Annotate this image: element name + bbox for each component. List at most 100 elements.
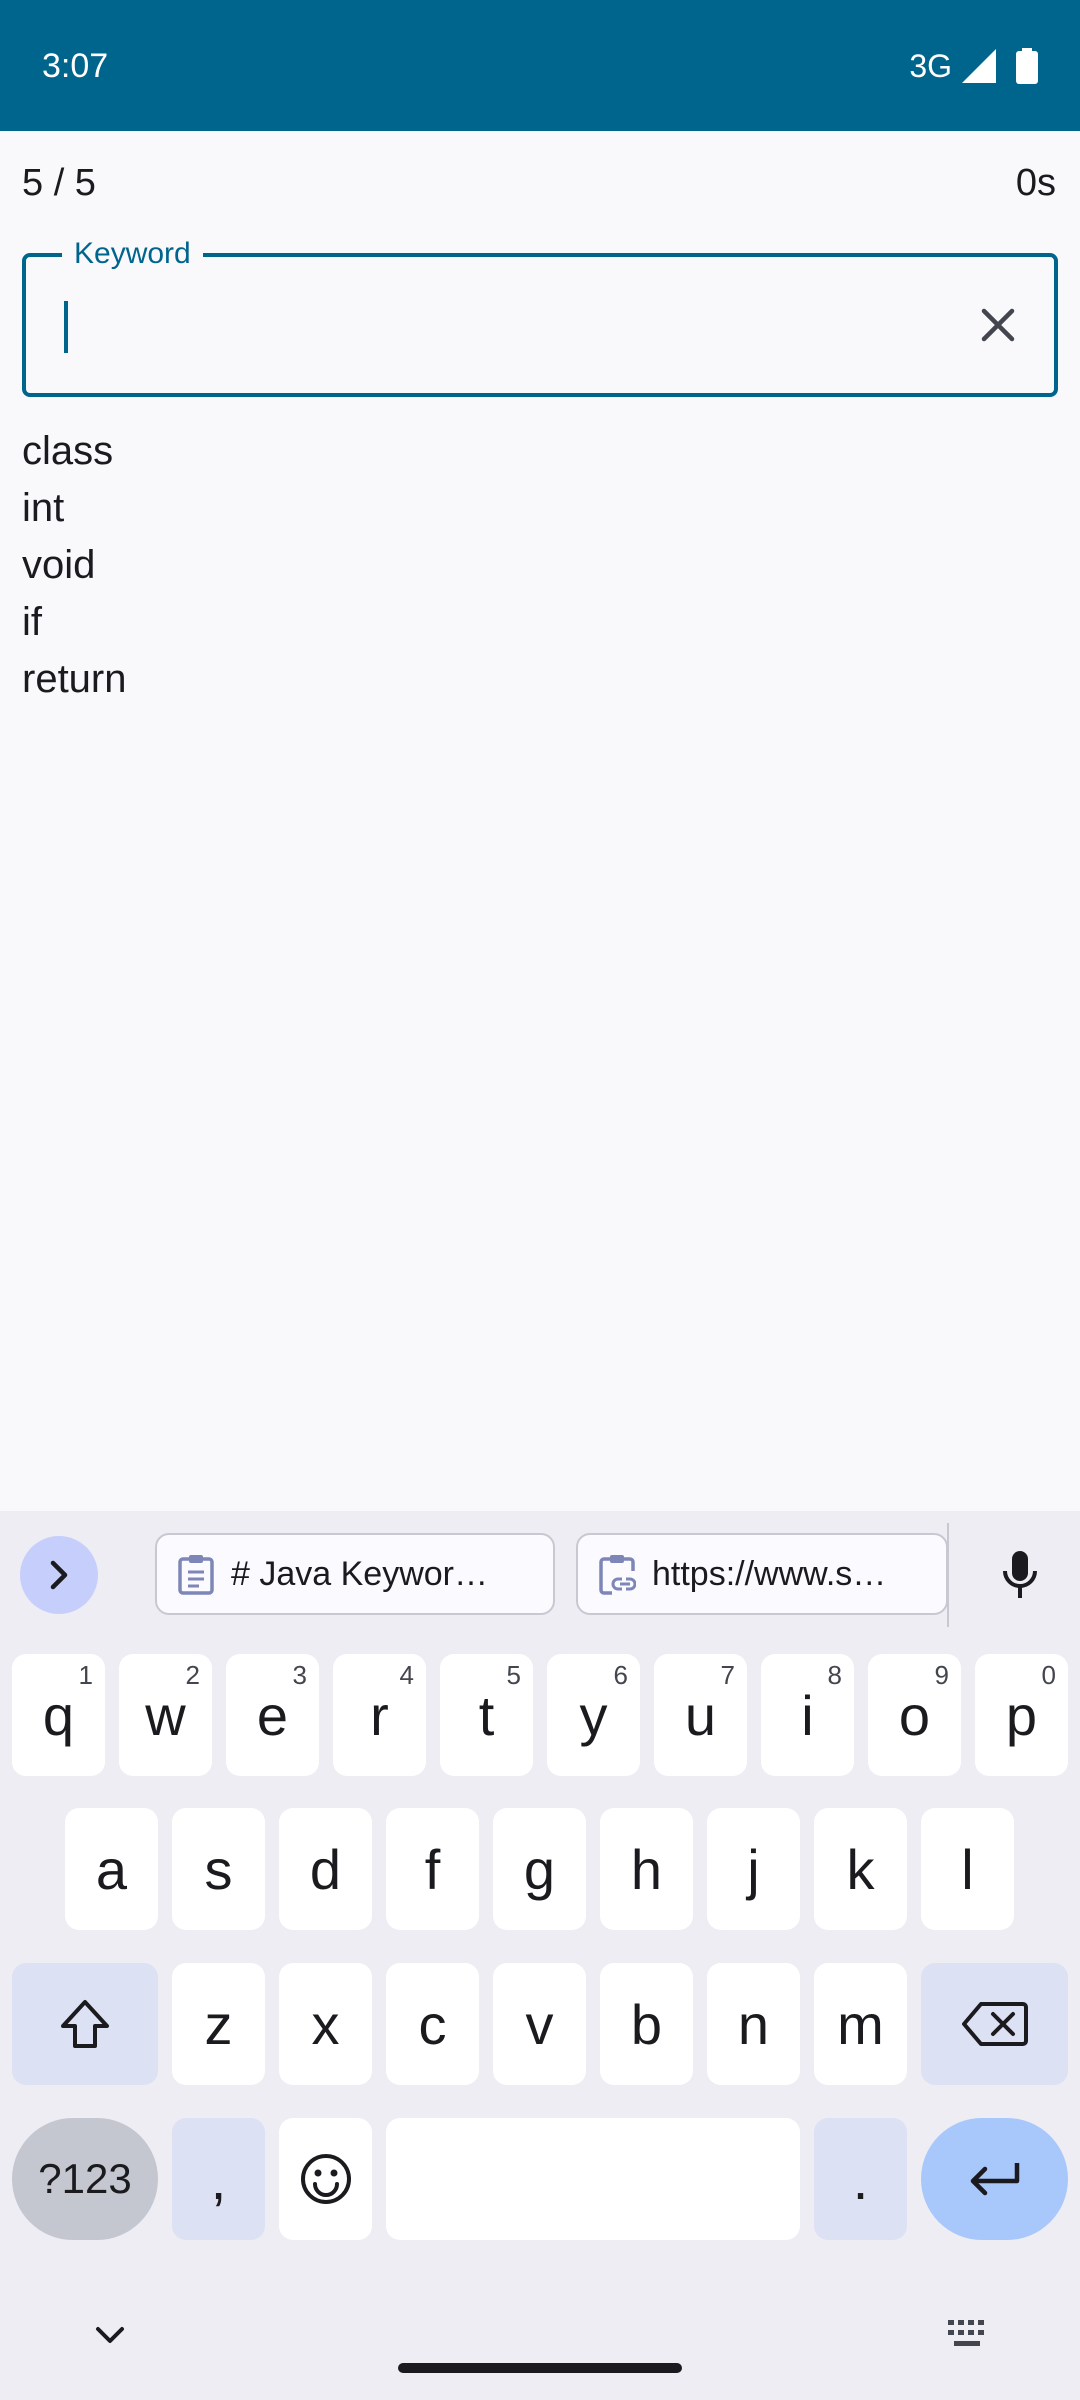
close-icon bbox=[981, 308, 1015, 342]
emoji-icon bbox=[300, 2154, 351, 2204]
keyword-list: class int void if return bbox=[22, 423, 127, 708]
key-label: f bbox=[424, 1837, 441, 1901]
key-w[interactable]: w2 bbox=[119, 1654, 212, 1776]
clipboard-chip-text: # Java Keywor… bbox=[231, 1554, 488, 1593]
key-b[interactable]: b bbox=[600, 1963, 693, 2085]
chevron-right-icon bbox=[50, 1560, 68, 1590]
home-indicator[interactable] bbox=[398, 2363, 682, 2373]
key-label: ?123 bbox=[38, 2155, 132, 2202]
key-a[interactable]: a bbox=[65, 1808, 158, 1930]
key-label: m bbox=[837, 1992, 884, 2056]
key-r[interactable]: r4 bbox=[333, 1654, 426, 1776]
key-x[interactable]: x bbox=[279, 1963, 372, 2085]
key-label: e bbox=[256, 1683, 289, 1747]
key-p[interactable]: p0 bbox=[975, 1654, 1068, 1776]
keyword-item: void bbox=[22, 543, 96, 587]
keyboard-suggestion-strip: # Java Keywor… https://www.s… bbox=[0, 1511, 1080, 1638]
clipboard-chip[interactable]: # Java Keywor… bbox=[155, 1533, 555, 1615]
key-m[interactable]: m bbox=[814, 1963, 907, 2085]
symbols-key[interactable]: ?123 bbox=[12, 2118, 158, 2240]
keyword-input[interactable] bbox=[64, 293, 964, 357]
key-hint: 2 bbox=[185, 1660, 200, 1690]
key-label: v bbox=[525, 1992, 554, 2056]
backspace-icon bbox=[961, 2002, 1028, 2046]
status-bar: 3:07 3G bbox=[0, 0, 1080, 131]
space-key[interactable] bbox=[386, 2118, 800, 2240]
key-h[interactable]: h bbox=[600, 1808, 693, 1930]
text-cursor bbox=[64, 301, 68, 353]
key-d[interactable]: d bbox=[279, 1808, 372, 1930]
key-q[interactable]: q1 bbox=[12, 1654, 105, 1776]
clipboard-link-icon bbox=[599, 1555, 636, 1595]
key-j[interactable]: j bbox=[707, 1808, 800, 1930]
key-label: o bbox=[898, 1683, 931, 1747]
suggestion-divider bbox=[947, 1523, 949, 1627]
keyboard-switch-icon[interactable] bbox=[946, 2316, 990, 2352]
hide-keyboard-icon[interactable] bbox=[90, 2316, 130, 2356]
key-label: b bbox=[630, 1992, 663, 2056]
key-label: i bbox=[801, 1683, 814, 1747]
key-n[interactable]: n bbox=[707, 1963, 800, 2085]
keyword-label: Keyword bbox=[62, 235, 203, 273]
key-label: q bbox=[42, 1683, 75, 1747]
key-hint: 6 bbox=[613, 1660, 628, 1690]
key-s[interactable]: s bbox=[172, 1808, 265, 1930]
key-label: u bbox=[684, 1683, 717, 1747]
enter-key[interactable] bbox=[921, 2118, 1068, 2240]
key-hint: 0 bbox=[1041, 1660, 1056, 1690]
period-key[interactable]: . bbox=[814, 2118, 907, 2240]
toolbar-expand-button[interactable] bbox=[20, 1536, 98, 1614]
key-i[interactable]: i8 bbox=[761, 1654, 854, 1776]
signal-icon bbox=[962, 49, 996, 83]
key-o[interactable]: o9 bbox=[868, 1654, 961, 1776]
comma-key[interactable]: , bbox=[172, 2118, 265, 2240]
battery-icon bbox=[1016, 48, 1038, 84]
key-label: y bbox=[579, 1683, 608, 1747]
voice-input-button[interactable] bbox=[980, 1535, 1060, 1615]
clear-button[interactable] bbox=[962, 289, 1034, 361]
navigation-bar bbox=[0, 2241, 1080, 2400]
key-e[interactable]: e3 bbox=[226, 1654, 319, 1776]
key-label: d bbox=[309, 1837, 342, 1901]
key-hint: 8 bbox=[827, 1660, 842, 1690]
key-hint: 5 bbox=[506, 1660, 521, 1690]
key-label: . bbox=[852, 2147, 869, 2211]
key-label: c bbox=[418, 1992, 447, 2056]
keyword-field[interactable]: Keyword bbox=[22, 235, 1058, 397]
clipboard-chip[interactable]: https://www.s… bbox=[576, 1533, 948, 1615]
key-l[interactable]: l bbox=[921, 1808, 1014, 1930]
key-y[interactable]: y6 bbox=[547, 1654, 640, 1776]
key-label: s bbox=[204, 1837, 233, 1901]
key-label: n bbox=[737, 1992, 770, 2056]
key-g[interactable]: g bbox=[493, 1808, 586, 1930]
key-t[interactable]: t5 bbox=[440, 1654, 533, 1776]
shift-key[interactable] bbox=[12, 1963, 158, 2085]
key-v[interactable]: v bbox=[493, 1963, 586, 2085]
enter-icon bbox=[970, 2163, 1019, 2196]
key-label: , bbox=[210, 2147, 227, 2211]
key-label: p bbox=[1005, 1683, 1038, 1747]
status-time: 3:07 bbox=[42, 47, 109, 85]
key-hint: 4 bbox=[399, 1660, 414, 1690]
key-hint: 3 bbox=[292, 1660, 307, 1690]
keyword-item: class bbox=[22, 429, 114, 473]
microphone-icon bbox=[1003, 1551, 1037, 1598]
emoji-key[interactable] bbox=[279, 2118, 372, 2240]
key-label: w bbox=[145, 1683, 186, 1747]
key-hint: 7 bbox=[720, 1660, 735, 1690]
status-indicators: 3G bbox=[909, 44, 1038, 88]
key-hint: 1 bbox=[78, 1660, 93, 1690]
key-z[interactable]: z bbox=[172, 1963, 265, 2085]
key-label: x bbox=[311, 1992, 340, 2056]
keyword-item: return bbox=[22, 657, 127, 701]
key-k[interactable]: k bbox=[814, 1808, 907, 1930]
key-u[interactable]: u7 bbox=[654, 1654, 747, 1776]
key-label: h bbox=[630, 1837, 663, 1901]
key-label: l bbox=[961, 1837, 974, 1901]
key-hint: 9 bbox=[934, 1660, 949, 1690]
backspace-key[interactable] bbox=[921, 1963, 1068, 2085]
key-c[interactable]: c bbox=[386, 1963, 479, 2085]
key-f[interactable]: f bbox=[386, 1808, 479, 1930]
shift-icon bbox=[61, 2000, 109, 2048]
clipboard-text-icon bbox=[178, 1555, 214, 1595]
